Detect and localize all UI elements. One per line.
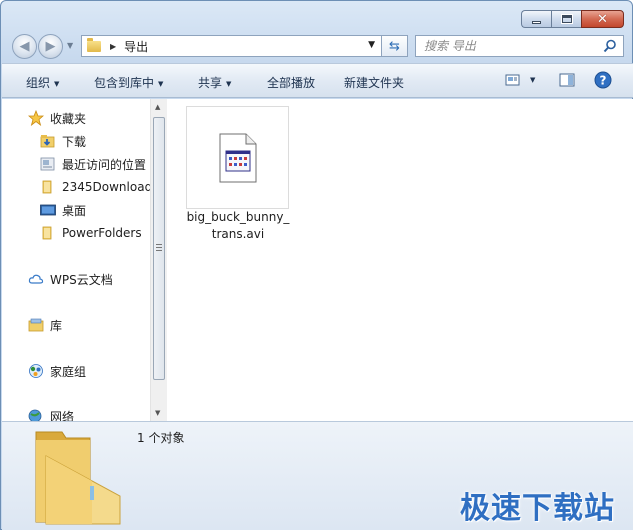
scroll-up-arrow-icon[interactable]: ▲ <box>155 103 160 111</box>
sidebar-item-label: 最近访问的位置 <box>62 157 147 172</box>
breadcrumb-chevron-icon[interactable]: ▶ <box>110 42 116 51</box>
share-label: 共享 <box>198 76 223 90</box>
navigation-pane-scrollbar[interactable]: ▲ ▼ <box>150 99 167 421</box>
sidebar-item-label: 桌面 <box>62 203 87 218</box>
sidebar-item-recent-places[interactable]: 最近访问的位置 <box>40 153 146 175</box>
forward-arrow-icon: ▶ <box>45 39 56 54</box>
back-button[interactable]: ◀ <box>12 34 37 59</box>
change-view-icon[interactable] <box>505 72 521 88</box>
search-input[interactable] <box>424 39 594 53</box>
sidebar-item-label: 库 <box>50 318 63 333</box>
recent-pages-dropdown[interactable]: ▼ <box>67 41 73 50</box>
maximize-button[interactable] <box>551 10 581 28</box>
forward-button[interactable]: ▶ <box>38 34 63 59</box>
organize-menu[interactable]: 组织 ▼ <box>26 74 59 91</box>
refresh-button[interactable]: ⇆ <box>382 35 408 57</box>
play-all-button[interactable]: 全部播放 <box>267 74 315 91</box>
caption-buttons: ✕ <box>521 10 624 28</box>
desktop-icon <box>40 204 56 216</box>
minimize-icon <box>532 20 541 24</box>
explorer-window: ✕ ◀ ▶ ▼ ▶ 导出 ▼ ⇆ 组织▼ 包含到库中▼ 共享▼ 全部播放 <box>0 0 633 530</box>
sidebar-item-label: PowerFolders <box>62 226 142 240</box>
help-icon[interactable]: ? <box>594 71 612 89</box>
watermark-text: 极速下载站 <box>460 491 615 526</box>
maximize-icon <box>560 14 573 24</box>
back-arrow-icon: ◀ <box>19 39 30 54</box>
include-in-library-menu[interactable]: 包含到库中 ▼ <box>94 74 163 91</box>
sidebar-item-label: 下载 <box>62 134 87 149</box>
download-folder-icon <box>40 135 55 148</box>
include-in-library-label: 包含到库中 <box>94 76 155 90</box>
library-icon <box>28 318 44 332</box>
star-icon <box>28 110 44 126</box>
refresh-icon: ⇆ <box>389 38 400 54</box>
sidebar-item-powerfolders[interactable]: PowerFolders <box>40 222 142 244</box>
scrollbar-thumb[interactable] <box>153 117 165 380</box>
details-pane: 1 个对象 极速下载站 <box>2 421 633 530</box>
search-box[interactable] <box>415 35 624 57</box>
folder-icon <box>42 180 52 194</box>
file-list: big_buck_bunny_ trans.avi <box>167 99 633 421</box>
new-folder-button[interactable]: 新建文件夹 <box>344 74 404 91</box>
video-file-icon <box>219 133 256 182</box>
cloud-icon <box>28 274 44 284</box>
large-folder-icon <box>35 431 121 525</box>
sidebar-item-label: 2345Downloads <box>62 180 150 194</box>
file-name-line: big_buck_bunny_ <box>186 210 290 224</box>
breadcrumb-current[interactable]: 导出 <box>124 38 148 55</box>
grip-icon <box>156 244 162 251</box>
command-bar: 组织 ▼ 包含到库中 ▼ 共享 ▼ 全部播放 新建文件夹 ▼ ? <box>2 63 633 98</box>
homegroup-icon <box>29 364 43 378</box>
recent-places-icon <box>40 157 55 171</box>
folder-icon <box>87 37 101 52</box>
sidebar-item-label: 家庭组 <box>50 364 87 379</box>
organize-label: 组织 <box>26 76 51 90</box>
address-bar[interactable]: ▶ 导出 ▼ <box>81 35 382 57</box>
navigation-pane: 收藏夹 下载 最近访问的位置 2345Downloads 桌面 PowerFol… <box>2 99 150 421</box>
view-options-dropdown[interactable]: ▼ <box>530 76 535 84</box>
file-item[interactable] <box>186 106 289 209</box>
sidebar-item-desktop[interactable]: 桌面 <box>40 199 86 221</box>
sidebar-item-downloads[interactable]: 下载 <box>40 130 86 152</box>
sidebar-item-network[interactable]: 网络 <box>28 405 74 421</box>
folder-icon <box>42 226 52 240</box>
sidebar-item-libraries[interactable]: 库 <box>28 314 62 336</box>
preview-pane-icon[interactable] <box>559 72 575 88</box>
search-icon[interactable] <box>603 39 617 53</box>
address-dropdown-icon[interactable]: ▼ <box>368 40 375 50</box>
minimize-button[interactable] <box>521 10 551 28</box>
chevron-down-icon: ▼ <box>158 80 164 88</box>
favorites-header[interactable]: 收藏夹 <box>28 107 86 129</box>
network-icon <box>28 409 42 421</box>
svg-text:?: ? <box>600 74 607 88</box>
sidebar-item-label: WPS云文档 <box>50 272 113 287</box>
file-name[interactable]: big_buck_bunny_ trans.avi <box>183 209 293 243</box>
scroll-down-arrow-icon[interactable]: ▼ <box>155 409 160 417</box>
sidebar-item-wps-cloud[interactable]: WPS云文档 <box>28 268 113 290</box>
chevron-down-icon: ▼ <box>54 80 60 88</box>
sidebar-item-label: 网络 <box>50 409 75 422</box>
item-count: 1 个对象 <box>137 431 185 445</box>
file-name-line: trans.avi <box>211 227 265 241</box>
close-icon: ✕ <box>597 11 608 27</box>
sidebar-item-2345downloads[interactable]: 2345Downloads <box>40 176 150 198</box>
close-button[interactable]: ✕ <box>581 10 624 28</box>
share-menu[interactable]: 共享 ▼ <box>198 74 231 91</box>
favorites-label: 收藏夹 <box>50 111 87 126</box>
sidebar-item-homegroup[interactable]: 家庭组 <box>28 360 86 382</box>
chevron-down-icon: ▼ <box>226 80 232 88</box>
